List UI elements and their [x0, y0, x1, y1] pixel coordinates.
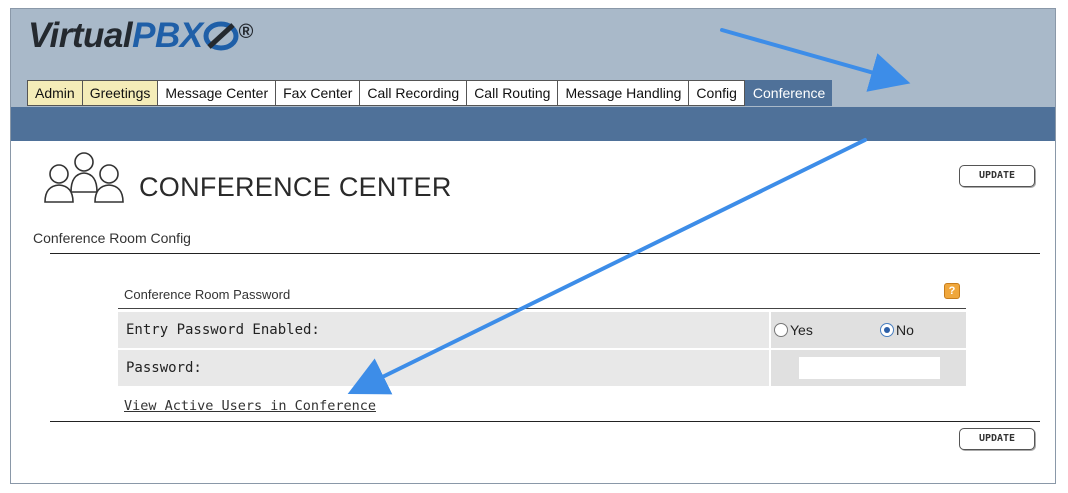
update-button-bottom[interactable]: UPDATE	[959, 428, 1035, 450]
radio-yes-circle[interactable]	[774, 323, 788, 337]
tab-content-header-bar	[11, 107, 1055, 141]
tab-config[interactable]: Config	[688, 80, 745, 106]
entry-password-label: Entry Password Enabled:	[126, 322, 320, 338]
tab-greetings[interactable]: Greetings	[81, 80, 158, 106]
divider-bottom	[50, 421, 1040, 422]
password-row: Password:	[118, 350, 966, 386]
radio-yes[interactable]: Yes	[774, 322, 813, 338]
tab-admin[interactable]: Admin	[27, 80, 82, 106]
virtualpbx-logo: VirtualPBX ®	[28, 16, 253, 55]
entry-password-options: Yes No	[769, 312, 966, 348]
page-subtitle: Conference Room Config	[33, 230, 191, 246]
tab-message-center[interactable]: Message Center	[157, 80, 276, 106]
tab-conference[interactable]: Conference	[744, 80, 833, 106]
conference-people-icon	[44, 152, 124, 203]
logo-mark-icon	[203, 21, 239, 51]
tab-call-routing[interactable]: Call Routing	[466, 80, 558, 106]
main-tabs: Admin Greetings Message Center Fax Cente…	[27, 80, 833, 106]
password-input[interactable]	[799, 357, 940, 379]
tab-message-handling[interactable]: Message Handling	[557, 80, 689, 106]
radio-no[interactable]: No	[880, 322, 914, 338]
view-active-users-link[interactable]: View Active Users in Conference	[124, 398, 376, 414]
radio-yes-label: Yes	[790, 322, 813, 338]
radio-no-label: No	[896, 322, 914, 338]
divider-top	[50, 253, 1040, 254]
section-divider	[118, 308, 966, 309]
update-button-top[interactable]: UPDATE	[959, 165, 1035, 187]
section-label: Conference Room Password	[124, 287, 291, 302]
radio-no-circle[interactable]	[880, 323, 894, 337]
help-icon[interactable]: ?	[944, 283, 960, 299]
password-cell	[769, 350, 966, 386]
entry-password-row: Entry Password Enabled: Yes No	[118, 312, 966, 348]
tab-fax-center[interactable]: Fax Center	[275, 80, 360, 106]
password-label: Password:	[126, 360, 202, 376]
page-title: CONFERENCE CENTER	[139, 172, 452, 202]
tab-call-recording[interactable]: Call Recording	[359, 80, 467, 106]
